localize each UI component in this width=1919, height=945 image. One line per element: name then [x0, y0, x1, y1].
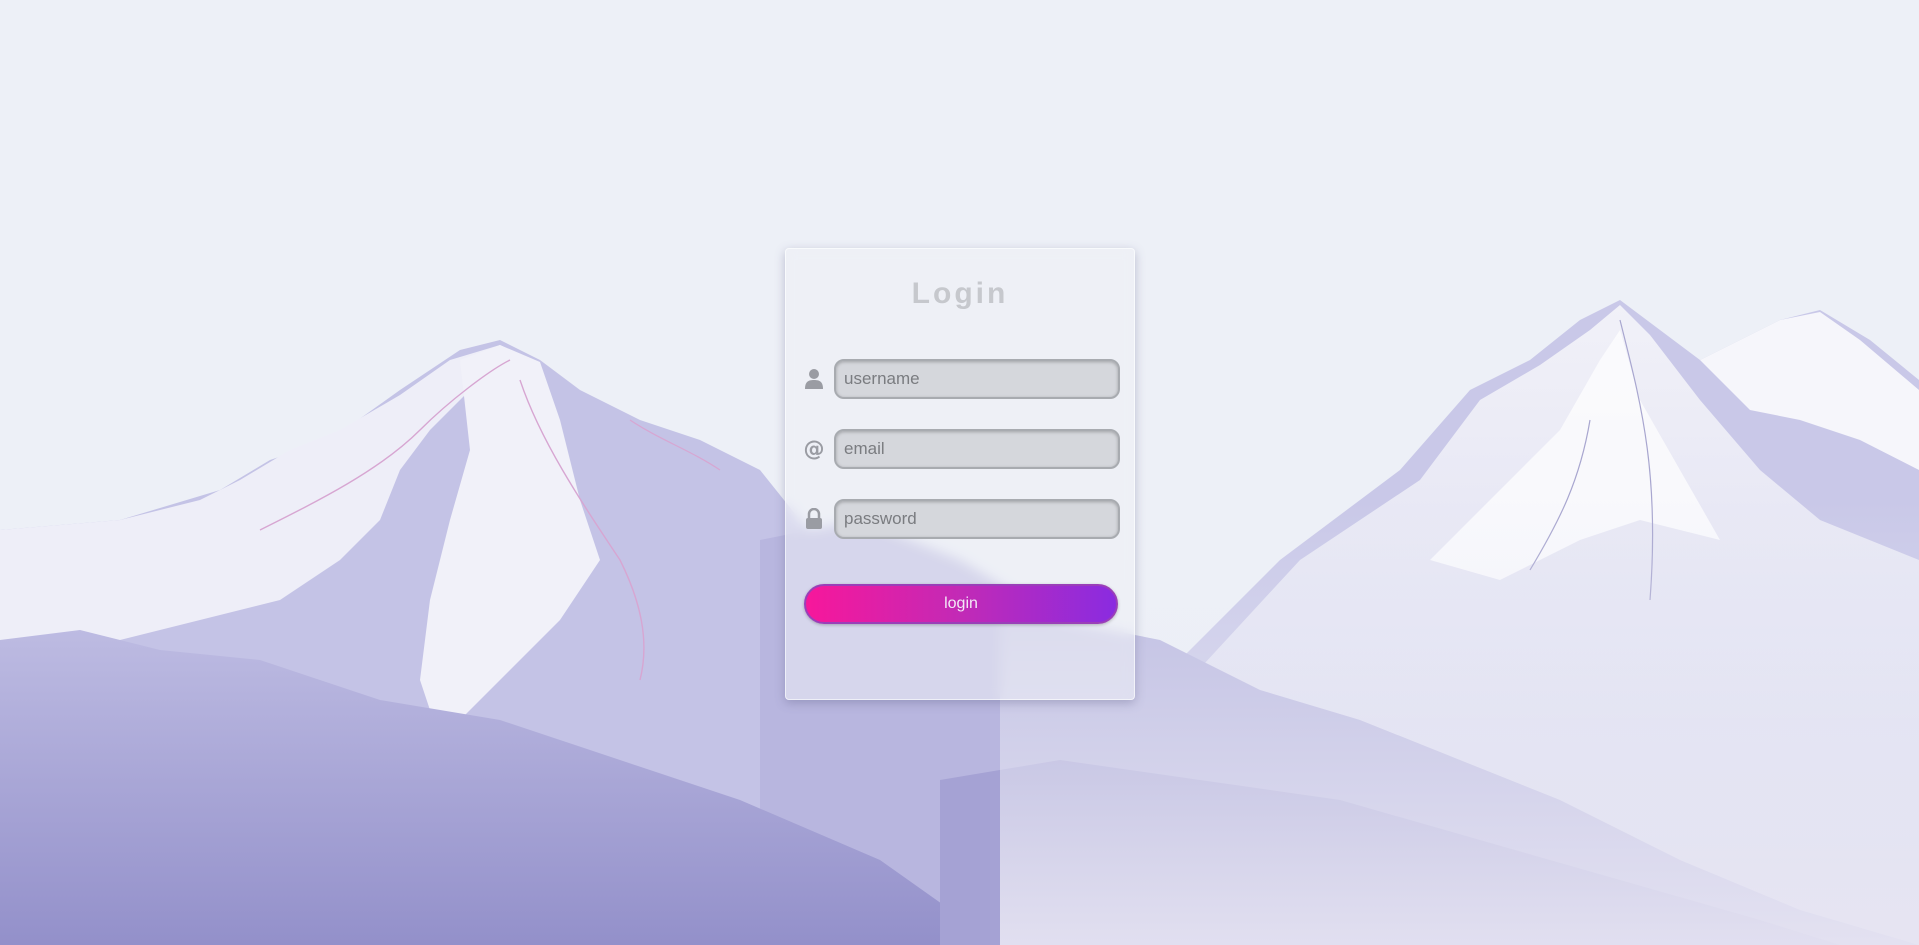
- login-button[interactable]: login: [804, 584, 1118, 624]
- username-row: [802, 359, 1122, 399]
- email-row: @: [802, 429, 1122, 469]
- login-title: Login: [911, 277, 1009, 310]
- username-input[interactable]: [834, 359, 1120, 399]
- email-input[interactable]: [834, 429, 1120, 469]
- password-input[interactable]: [834, 499, 1120, 539]
- user-icon: [802, 367, 826, 391]
- at-sign-icon: @: [803, 437, 825, 461]
- lock-icon: [802, 507, 826, 531]
- login-card: Login @ login: [785, 248, 1135, 700]
- password-row: [802, 499, 1122, 539]
